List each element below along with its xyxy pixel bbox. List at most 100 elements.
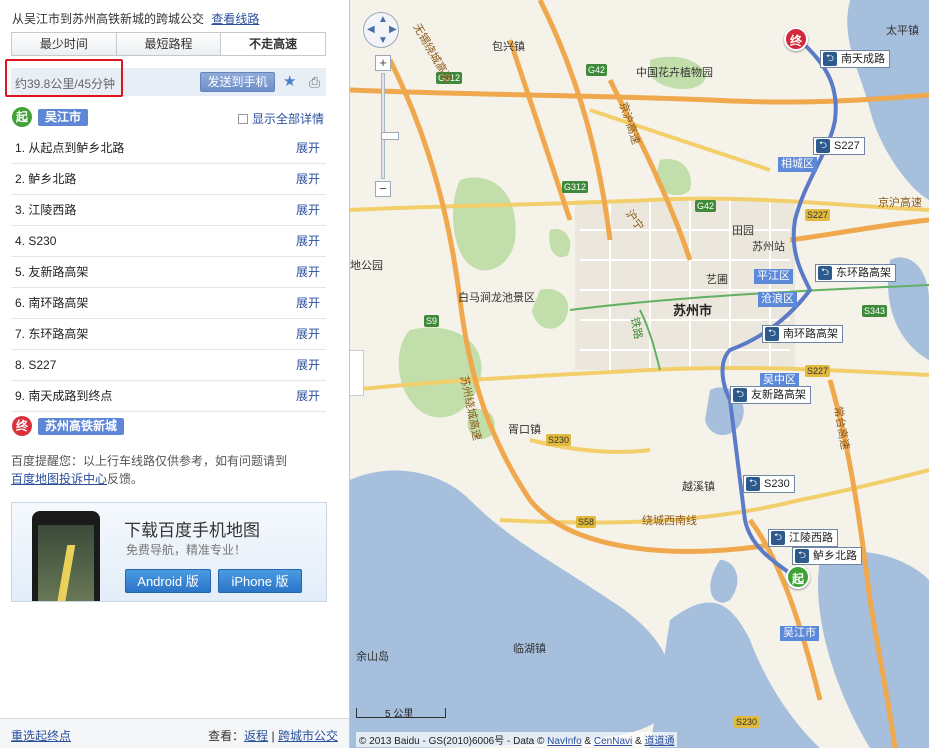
expand-link[interactable]: 展开 <box>296 164 320 194</box>
start-marker[interactable]: 起 <box>786 565 810 589</box>
zoom-out-button[interactable]: − <box>375 181 391 197</box>
route-turn-tag[interactable]: ⮌ S230 <box>743 475 795 493</box>
show-all-label: 显示全部详情 <box>251 112 324 126</box>
route-step[interactable]: 4. S230 展开 <box>11 226 326 257</box>
route-turn-tag[interactable]: ⮌ S227 <box>813 137 865 155</box>
map-place-label: 田园 <box>732 225 754 237</box>
mobile-app-banner[interactable]: 下载百度手机地图 免费导航，精准专业！ Android 版 iPhone 版 <box>11 502 327 602</box>
banner-subtitle: 免费导航，精准专业！ <box>126 543 247 557</box>
route-turn-tag[interactable]: ⮌ 鲈乡北路 <box>792 547 862 565</box>
route-turn-tag[interactable]: ⮌ 南天成路 <box>820 50 890 68</box>
highway-shield: S227 <box>805 209 831 221</box>
route-turn-tag[interactable]: ⮌ 东环路高架 <box>815 264 896 282</box>
map-view[interactable]: ▲ ▼ ◀ ▶ + − 包兴镇 中国花卉植物园 田园 苏州站 艺圃 平江区 沧浪… <box>350 0 929 748</box>
pan-up-icon[interactable]: ▲ <box>378 14 388 25</box>
route-step[interactable]: 1. 从起点到鲈乡北路 展开 <box>11 133 326 164</box>
step-label: 6. 南环路高架 <box>15 296 89 310</box>
route-turn-tag[interactable]: ⮌ 江陵西路 <box>768 529 838 547</box>
star-icon[interactable]: ★ <box>283 74 299 90</box>
route-step[interactable]: 6. 南环路高架 展开 <box>11 288 326 319</box>
expand-link[interactable]: 展开 <box>296 226 320 256</box>
panel-footer: 重选起终点 查看：返程 | 跨城市公交 <box>0 718 349 748</box>
expand-link[interactable]: 展开 <box>296 195 320 225</box>
turn-icon: ⮌ <box>746 477 760 491</box>
highway-shield: G42 <box>586 64 608 76</box>
start-badge: 起 <box>12 107 32 127</box>
district-label: 沧浪区 <box>758 292 797 307</box>
expand-link[interactable]: 展开 <box>296 319 320 349</box>
district-label: 平江区 <box>754 269 793 284</box>
map-place-label: 胥口镇 <box>508 424 541 436</box>
daodaotong-link[interactable]: 道道通 <box>644 736 674 747</box>
route-panel: 从吴江市到苏州高铁新城的跨城公交 查看线路 最少时间 最短路程 不走高速 约39… <box>0 0 350 748</box>
route-step[interactable]: 7. 东环路高架 展开 <box>11 319 326 350</box>
route-step[interactable]: 9. 南天成路到终点 展开 <box>11 381 326 412</box>
highway-shield: G312 <box>562 181 589 193</box>
navinfo-link[interactable]: NavInfo <box>547 736 581 747</box>
route-step[interactable]: 8. S227 展开 <box>11 350 326 381</box>
android-download-button[interactable]: Android 版 <box>125 569 211 593</box>
highlight-box <box>5 59 123 97</box>
iphone-download-button[interactable]: iPhone 版 <box>218 569 302 593</box>
map-place-label: 中国花卉植物园 <box>636 67 713 79</box>
show-all-details-toggle[interactable]: 显示全部详情 <box>237 110 324 127</box>
cross-city-bus-link[interactable]: 跨城市公交 <box>278 729 338 743</box>
highway-shield: S343 <box>862 305 888 317</box>
highway-shield: S58 <box>576 516 597 528</box>
checkbox[interactable] <box>237 114 248 124</box>
complaint-center-link[interactable]: 百度地图投诉中心 <box>11 472 107 486</box>
route-title: 从吴江市到苏州高铁新城的跨城公交 <box>12 12 205 26</box>
pan-down-icon[interactable]: ▼ <box>378 35 388 46</box>
map-place-label: 越溪镇 <box>682 481 715 493</box>
zoom-in-button[interactable]: + <box>375 55 391 71</box>
map-place-label: 苏州站 <box>752 241 785 253</box>
print-icon[interactable]: ⎙ <box>309 74 325 90</box>
route-turn-tag[interactable]: ⮌ 友新路高架 <box>730 386 811 404</box>
expand-link[interactable]: 展开 <box>296 133 320 163</box>
turn-icon: ⮌ <box>818 266 832 280</box>
route-step-list: 1. 从起点到鲈乡北路 展开 2. 鲈乡北路 展开 3. 江陵西路 展开 4. S23… <box>11 133 326 412</box>
end-badge: 终 <box>12 416 32 436</box>
view-label: 查看： <box>208 729 245 743</box>
map-place-label: 白马涧龙池景区 <box>458 292 535 304</box>
route-step[interactable]: 3. 江陵西路 展开 <box>11 195 326 226</box>
expand-link[interactable]: 展开 <box>296 350 320 380</box>
disclaimer-tip: 百度提醒您：以上行车线路仅供参考，如有问题请到 百度地图投诉中心反馈。 <box>11 452 329 488</box>
road-label: 绕城西南线 <box>642 515 697 527</box>
turn-icon: ⮌ <box>795 549 809 563</box>
turn-icon: ⮌ <box>823 52 837 66</box>
map-place-label: 地公园 <box>350 260 383 272</box>
map-place-label: 艺圃 <box>706 274 728 286</box>
collapse-panel-handle[interactable] <box>350 350 364 396</box>
start-location[interactable]: 吴江市 <box>38 108 89 126</box>
view-route-link[interactable]: 查看线路 <box>211 12 259 26</box>
route-header: 从吴江市到苏州高铁新城的跨城公交 查看线路 <box>12 10 259 27</box>
highway-shield: S230 <box>546 434 572 446</box>
cennavi-link[interactable]: CenNavi <box>594 736 632 747</box>
tab-least-time[interactable]: 最少时间 <box>12 33 117 55</box>
expand-link[interactable]: 展开 <box>296 381 320 411</box>
tab-shortest-distance[interactable]: 最短路程 <box>116 33 222 55</box>
end-point-row: 终苏州高铁新城 <box>12 416 326 438</box>
zoom-slider-track[interactable] <box>381 73 399 179</box>
step-label: 7. 东环路高架 <box>15 327 89 341</box>
route-step[interactable]: 2. 鲈乡北路 展开 <box>11 164 326 195</box>
route-option-tabs: 最少时间 最短路程 不走高速 <box>11 32 326 56</box>
route-step[interactable]: 5. 友新路高架 展开 <box>11 257 326 288</box>
expand-link[interactable]: 展开 <box>296 257 320 287</box>
pan-left-icon[interactable]: ◀ <box>367 24 375 35</box>
end-location[interactable]: 苏州高铁新城 <box>38 417 125 435</box>
step-label: 1. 从起点到鲈乡北路 <box>15 141 125 155</box>
reselect-endpoints-link[interactable]: 重选起终点 <box>11 727 71 744</box>
pan-right-icon[interactable]: ▶ <box>389 24 397 35</box>
send-to-phone-button[interactable]: 发送到手机 <box>200 72 275 92</box>
end-marker[interactable]: 终 <box>784 27 808 51</box>
zoom-control: + − <box>375 55 399 197</box>
map-canvas[interactable] <box>350 0 929 748</box>
pan-control[interactable]: ▲ ▼ ◀ ▶ <box>363 12 399 48</box>
expand-link[interactable]: 展开 <box>296 288 320 318</box>
route-turn-tag[interactable]: ⮌ 南环路高架 <box>762 325 843 343</box>
return-trip-link[interactable]: 返程 <box>244 729 268 743</box>
zoom-slider-handle[interactable] <box>381 132 399 140</box>
tab-no-highway[interactable]: 不走高速 <box>221 33 326 55</box>
